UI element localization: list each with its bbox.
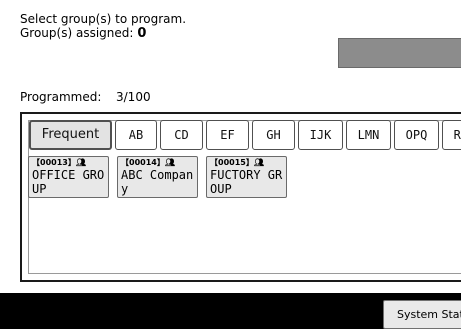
groups-assigned-line: Group(s) assigned: 0: [20, 26, 146, 41]
tab-ijk[interactable]: IJK: [298, 120, 343, 150]
groups-assigned-label: Group(s) assigned:: [20, 26, 134, 40]
group-number: 【00014】👥︎: [121, 158, 175, 167]
instruction-text: Select group(s) to program.: [20, 12, 187, 26]
group-people-icon: 👥︎: [75, 158, 86, 167]
tab-ef[interactable]: EF: [206, 120, 249, 150]
tab-lmn[interactable]: LMN: [346, 120, 391, 150]
group-name: FUCTORY GROUP: [210, 168, 283, 196]
group-number: 【00013】👥︎: [32, 158, 86, 167]
group-button-fuctory-group[interactable]: 【00015】👥︎ FUCTORY GROUP: [206, 156, 287, 198]
tab-frequent[interactable]: Frequent: [29, 120, 112, 150]
programmed-label: Programmed:: [20, 90, 102, 104]
group-button-office-group[interactable]: 【00013】👥︎ OFFICE GROUP: [28, 156, 109, 198]
tab-opq[interactable]: OPQ: [394, 120, 439, 150]
group-number: 【00015】👥︎: [210, 158, 264, 167]
selected-groups-display: [338, 38, 461, 68]
tab-ab[interactable]: AB: [115, 120, 157, 150]
groups-assigned-count: 0: [137, 26, 147, 41]
tab-rst[interactable]: RST: [442, 120, 461, 150]
group-button-abc-company[interactable]: 【00014】👥︎ ABC Company: [117, 156, 198, 198]
tab-cd[interactable]: CD: [160, 120, 203, 150]
group-name: ABC Company: [121, 168, 194, 196]
tab-gh[interactable]: GH: [252, 120, 295, 150]
programmed-count: 3/100: [116, 90, 151, 104]
screen: Select group(s) to program. Group(s) ass…: [0, 0, 461, 329]
system-status-button[interactable]: System Status: [383, 300, 461, 329]
group-people-icon: 👥︎: [253, 158, 264, 167]
group-name: OFFICE GROUP: [32, 168, 105, 196]
group-people-icon: 👥︎: [164, 158, 175, 167]
